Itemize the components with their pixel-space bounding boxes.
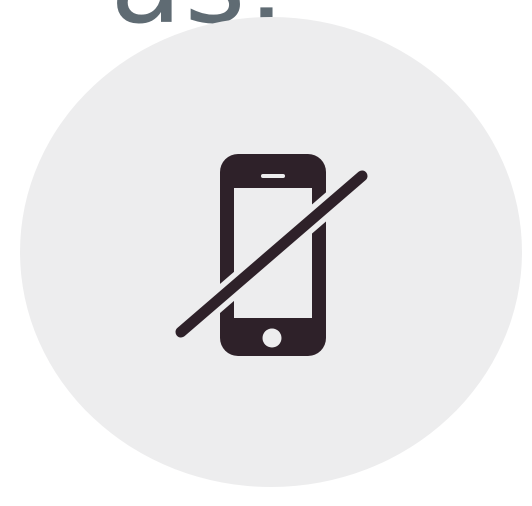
no-phone-icon [175, 154, 368, 356]
phone-home-button [262, 328, 282, 348]
phone-speaker [261, 174, 285, 178]
page: as. [0, 0, 532, 506]
